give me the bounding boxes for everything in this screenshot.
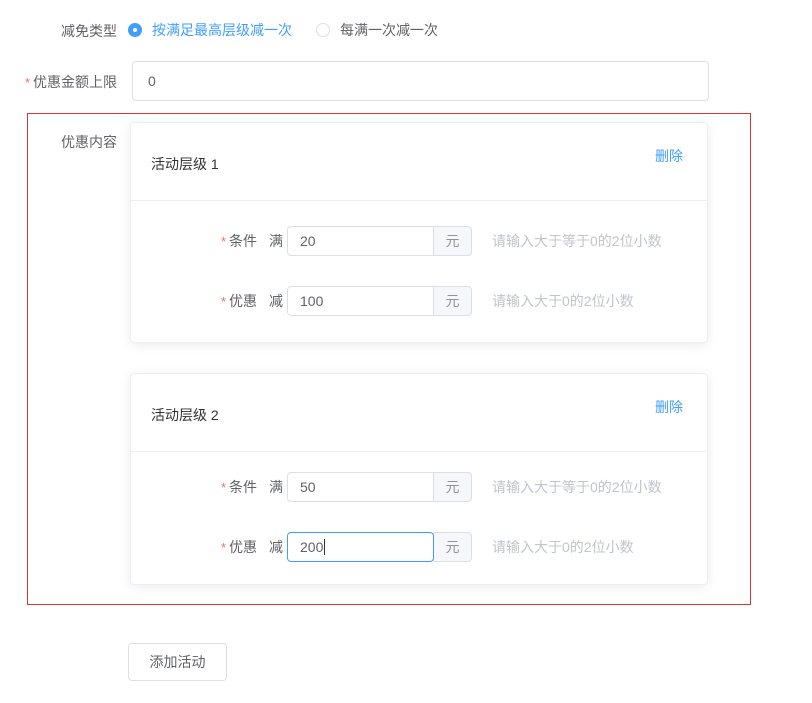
unit-suffix: 元 (433, 472, 472, 502)
tier-card-header: 活动层级 1 删除 (131, 123, 707, 201)
unit-suffix: 元 (433, 532, 472, 562)
required-marker: * (221, 234, 226, 249)
row-prefix-text: 减 (269, 539, 283, 555)
input-value: 20 (300, 233, 316, 249)
input-value: 200 (300, 539, 323, 555)
discount-amount-input-focused[interactable]: 200 (287, 532, 434, 562)
row-label-text: 优惠 (229, 539, 257, 555)
radio-option-label: 每满一次减一次 (340, 20, 438, 40)
required-marker: * (221, 294, 226, 309)
input-value: 50 (300, 479, 316, 495)
input-hint: 请输入大于等于0的2位小数 (492, 477, 662, 497)
reduction-type-radio-group: 按满足最高层级减一次 每满一次减一次 (128, 15, 438, 45)
radio-option-label: 按满足最高层级减一次 (152, 20, 292, 40)
row-label-text: 优惠 (229, 293, 257, 309)
add-activity-button[interactable]: 添加活动 (128, 643, 227, 681)
input-hint: 请输入大于0的2位小数 (492, 537, 634, 557)
row-label-text: 条件 (229, 233, 257, 249)
required-marker: * (25, 75, 30, 90)
required-marker: * (221, 540, 226, 555)
row-prefix-text: 减 (269, 293, 283, 309)
row-prefix-text: 满 (269, 233, 283, 249)
tier-card-header: 活动层级 2 删除 (131, 374, 707, 452)
condition-label: *条件满 (131, 477, 283, 497)
condition-row: *条件满 50 元 请输入大于等于0的2位小数 (131, 472, 707, 502)
discount-row: *优惠减 100 元 请输入大于0的2位小数 (131, 286, 707, 316)
input-hint: 请输入大于0的2位小数 (492, 291, 634, 311)
discount-content-label: 优惠内容 (0, 133, 117, 151)
discount-label: *优惠减 (131, 291, 283, 311)
condition-row: *条件满 20 元 请输入大于等于0的2位小数 (131, 226, 707, 256)
radio-option-every-time[interactable]: 每满一次减一次 (316, 20, 438, 40)
required-marker: * (221, 480, 226, 495)
radio-selected-icon (128, 23, 142, 37)
delete-tier-link[interactable]: 删除 (655, 397, 683, 417)
max-discount-label: *优惠金额上限 (0, 73, 117, 92)
discount-label: *优惠减 (131, 537, 283, 557)
text-caret (324, 539, 325, 555)
max-discount-value: 0 (148, 73, 156, 89)
tier-card-body: *条件满 20 元 请输入大于等于0的2位小数 *优惠减 100 元 请输入大于… (131, 201, 707, 316)
tier-card-1: 活动层级 1 删除 *条件满 20 元 请输入大于等于0的2位小数 *优惠减 1… (130, 122, 708, 343)
tier-title: 活动层级 1 (151, 154, 219, 174)
radio-unselected-icon (316, 23, 330, 37)
unit-suffix: 元 (433, 226, 472, 256)
condition-amount-input[interactable]: 50 (287, 472, 434, 502)
max-discount-input[interactable]: 0 (132, 61, 709, 101)
radio-option-highest-tier[interactable]: 按满足最高层级减一次 (128, 20, 292, 40)
tier-card-2: 活动层级 2 删除 *条件满 50 元 请输入大于等于0的2位小数 *优惠减 2… (130, 373, 708, 585)
reduction-type-label: 减免类型 (0, 22, 117, 40)
input-value: 100 (300, 293, 323, 309)
tier-card-body: *条件满 50 元 请输入大于等于0的2位小数 *优惠减 200 元 请输入大于… (131, 452, 707, 562)
unit-suffix: 元 (433, 286, 472, 316)
delete-tier-link[interactable]: 删除 (655, 146, 683, 166)
tier-title: 活动层级 2 (151, 405, 219, 425)
input-hint: 请输入大于等于0的2位小数 (492, 231, 662, 251)
discount-amount-input[interactable]: 100 (287, 286, 434, 316)
condition-amount-input[interactable]: 20 (287, 226, 434, 256)
row-label-text: 条件 (229, 479, 257, 495)
condition-label: *条件满 (131, 231, 283, 251)
row-prefix-text: 满 (269, 479, 283, 495)
discount-row: *优惠减 200 元 请输入大于0的2位小数 (131, 532, 707, 562)
max-discount-label-text: 优惠金额上限 (33, 74, 117, 90)
